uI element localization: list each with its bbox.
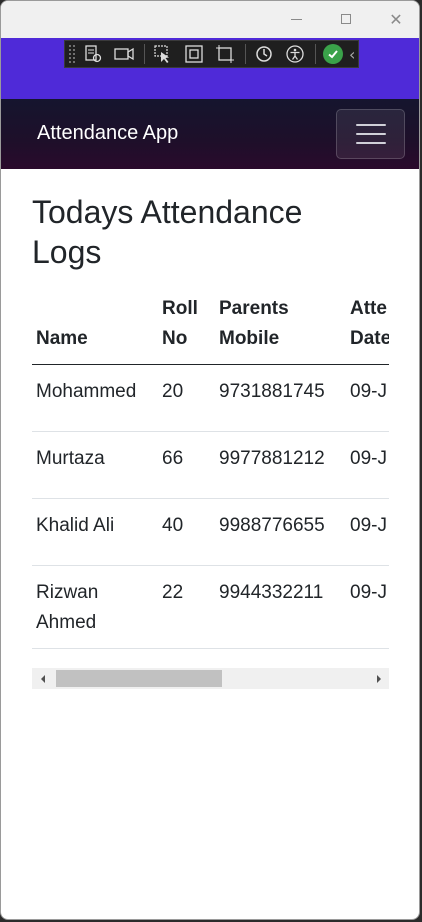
hamburger-icon: [355, 142, 386, 144]
scrollbar-thumb[interactable]: [56, 670, 222, 687]
cell-roll: 40: [158, 498, 215, 566]
toolbar-divider: [245, 44, 246, 64]
header-parents-mobile: Parents Mobile: [215, 294, 346, 365]
table-scroll-container[interactable]: Name Roll No Parents Mobile Atte Date Moham…: [32, 294, 389, 649]
select-element-icon[interactable]: [152, 43, 174, 65]
triangle-right-icon: [376, 674, 381, 683]
header-attendance-date: Atte Date: [346, 294, 389, 365]
cell-mobile: 9977881212: [215, 431, 346, 499]
table-row: Khalid Ali 40 9988776655 09-J: [32, 498, 389, 566]
close-button[interactable]: ✕: [384, 8, 408, 30]
triangle-left-icon: [40, 674, 45, 683]
frame-icon[interactable]: [183, 43, 205, 65]
cell-date: 09-J: [346, 565, 389, 649]
table-header-row: Name Roll No Parents Mobile Atte Date: [32, 294, 389, 365]
cell-name: Khalid Ali: [32, 498, 158, 566]
navbar-brand[interactable]: Attendance App: [37, 122, 178, 145]
table-row: Mohammed 20 9731881745 09-J: [32, 364, 389, 432]
title-bar: ✕: [1, 1, 419, 38]
grip-handle[interactable]: [68, 44, 76, 64]
minimize-icon: [290, 18, 302, 20]
accessibility-icon[interactable]: [284, 43, 306, 65]
display-layout-icon[interactable]: [214, 43, 236, 65]
navbar: Attendance App: [1, 99, 419, 169]
chevron-left-icon[interactable]: ‹: [349, 45, 355, 64]
inspect-tree-icon[interactable]: [82, 43, 104, 65]
toolbar-divider: [144, 44, 145, 64]
header-name: Name: [32, 294, 158, 365]
cell-date: 09-J: [346, 364, 389, 432]
table-row: Murtaza 66 9977881212 09-J: [32, 431, 389, 499]
app-window: ✕ ‹ Attendance App Todays Attendance Log…: [0, 0, 420, 920]
page-title: Todays Attendance Logs: [32, 194, 303, 270]
cell-mobile: 9988776655: [215, 498, 346, 566]
hot-reload-icon[interactable]: [253, 43, 275, 65]
table-row: Rizwan Ahmed 22 9944332211 09-J: [32, 565, 389, 649]
horizontal-scrollbar[interactable]: [32, 668, 389, 689]
cell-mobile: 9944332211: [215, 565, 346, 649]
minimize-button[interactable]: [284, 8, 308, 30]
cell-roll: 22: [158, 565, 215, 649]
check-icon[interactable]: [323, 44, 343, 64]
maximize-icon: [341, 14, 351, 24]
toolbar-divider: [315, 44, 316, 64]
hamburger-icon: [355, 124, 386, 126]
maximize-button[interactable]: [334, 8, 358, 30]
cell-date: 09-J: [346, 431, 389, 499]
cell-name: Murtaza: [32, 431, 158, 499]
cell-name: Rizwan Ahmed: [32, 565, 158, 649]
header-roll-no: Roll No: [158, 294, 215, 365]
camera-icon[interactable]: [113, 43, 135, 65]
attendance-table: Name Roll No Parents Mobile Atte Date Moham…: [32, 294, 389, 649]
cell-roll: 20: [158, 364, 215, 432]
cell-name: Mohammed: [32, 364, 158, 432]
cell-roll: 66: [158, 431, 215, 499]
navbar-toggler-button[interactable]: [336, 109, 405, 159]
cell-mobile: 9731881745: [215, 364, 346, 432]
scroll-left-button[interactable]: [32, 668, 53, 689]
cell-date: 09-J: [346, 498, 389, 566]
close-icon: ✕: [389, 9, 403, 29]
devtools-toolbar: ‹: [64, 40, 359, 68]
scroll-right-button[interactable]: [368, 668, 389, 689]
hamburger-icon: [355, 133, 386, 135]
debug-toolbar-area: ‹: [1, 38, 419, 99]
main-content: Todays Attendance Logs Name Roll No Paren…: [1, 192, 419, 689]
